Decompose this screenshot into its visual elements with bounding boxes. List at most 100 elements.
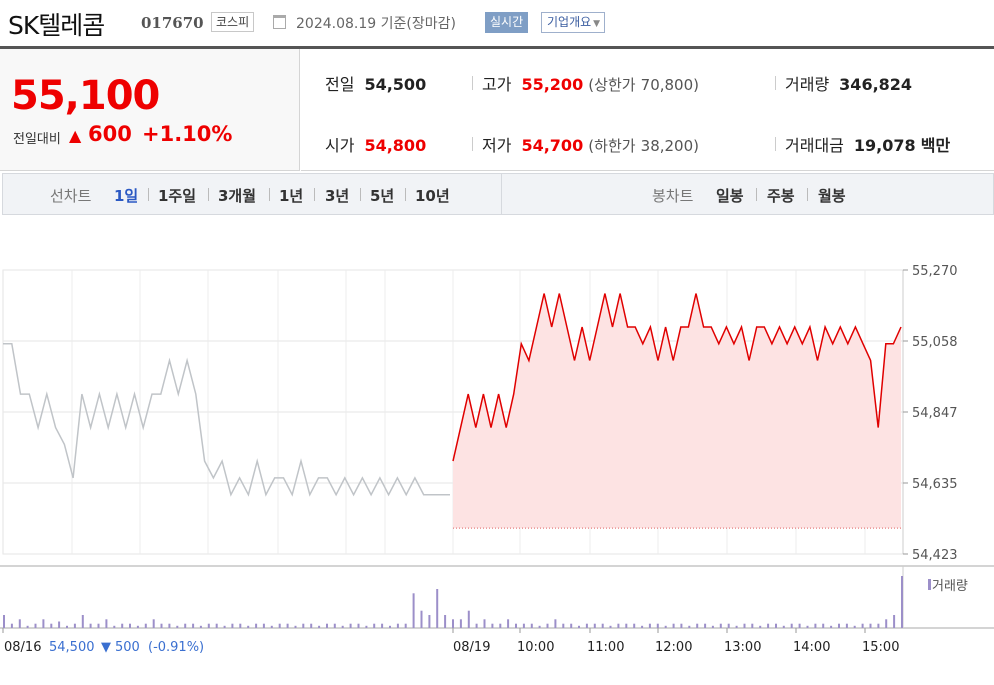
volume-bar	[326, 623, 328, 628]
stat-value: 55,200	[521, 75, 584, 94]
volume-bar	[144, 623, 147, 628]
volume-bar	[467, 610, 470, 628]
volume-bar	[806, 625, 809, 628]
period-3m[interactable]: 3개월	[218, 185, 256, 206]
divider	[148, 188, 149, 201]
volume-bar	[751, 623, 754, 628]
divider	[360, 188, 361, 201]
volume-bar	[310, 623, 313, 628]
volume-bar	[231, 623, 234, 628]
volume-bar	[491, 623, 494, 628]
volume-bar	[877, 623, 880, 628]
upper-limit-value: 70,800)	[640, 76, 699, 94]
volume-bar	[176, 625, 179, 628]
volume-bar	[664, 625, 667, 628]
volume-bar	[459, 619, 462, 628]
period-1d[interactable]: 1일	[114, 185, 138, 206]
y-tick-label: 55,058	[912, 335, 958, 350]
volume-bar	[507, 619, 510, 628]
x-tick-label: 14:00	[793, 640, 830, 655]
volume-bar	[168, 623, 171, 628]
y-tick-label: 54,635	[912, 477, 958, 492]
volume-legend-swatch	[928, 579, 931, 590]
volume-bar	[247, 625, 250, 628]
stat-high: 고가 55,200 (상한가 70,800)	[482, 71, 699, 95]
stat-value: 346,824	[839, 75, 913, 94]
volume-bar	[633, 623, 636, 628]
volume-bar	[617, 623, 620, 628]
volume-bar	[822, 623, 825, 628]
volume-bar	[121, 623, 124, 628]
volume-bar	[499, 623, 502, 628]
current-price-panel: 55,100 전일대비 ▲ 600 +1.10%	[0, 49, 300, 171]
divider	[775, 137, 776, 151]
period-1y[interactable]: 1년	[279, 185, 303, 206]
volume-bar	[546, 623, 549, 628]
line-chart-label: 선차트	[50, 187, 92, 205]
stat-label: 거래량	[785, 75, 830, 94]
volume-bar	[192, 623, 195, 628]
chevron-down-icon: ▼	[593, 19, 601, 29]
x-tick-label: 11:00	[587, 640, 624, 655]
current-price: 55,100	[11, 73, 160, 119]
stat-prev-close: 전일 54,500	[325, 71, 426, 95]
x-tick-label: 13:00	[724, 640, 761, 655]
x-label-prev-day: 08/16	[4, 640, 41, 655]
volume-bar	[711, 625, 714, 628]
volume-bar	[26, 625, 29, 628]
volume-bar	[782, 625, 785, 628]
divider	[756, 188, 757, 201]
volume-bar	[18, 619, 21, 628]
volume-bar	[570, 623, 573, 628]
y-tick-label: 55,270	[912, 264, 958, 279]
company-overview-dropdown[interactable]: 기업개요 ▼	[541, 12, 606, 33]
stat-label: 시가	[325, 136, 355, 155]
candle-weekly[interactable]: 주봉	[767, 185, 795, 206]
divider	[405, 188, 406, 201]
candle-monthly[interactable]: 월봉	[818, 185, 846, 206]
volume-bar	[199, 625, 202, 628]
volume-bar	[294, 625, 297, 628]
prev-day-line	[3, 343, 450, 497]
stat-value: 19,078	[853, 136, 916, 155]
lower-limit-value: 38,200)	[640, 137, 699, 155]
volume-bar	[759, 625, 762, 628]
volume-bar	[704, 623, 707, 628]
realtime-button[interactable]: 실시간	[485, 12, 529, 33]
stock-header: SK텔레콤 017670 코스피 2024.08.19 기준(장마감) 실시간 …	[0, 0, 994, 46]
company-overview-label: 기업개요	[547, 15, 592, 29]
candle-daily[interactable]: 일봉	[716, 185, 744, 206]
volume-bar	[136, 625, 139, 628]
volume-bar	[302, 623, 305, 628]
divider	[208, 188, 209, 201]
volume-bar	[530, 623, 533, 628]
prev-day-close: 54,500	[49, 640, 95, 655]
volume-bar	[680, 623, 683, 628]
volume-bar	[885, 619, 888, 628]
volume-chart	[0, 565, 994, 629]
volume-bar	[798, 623, 801, 628]
stat-label: 고가	[482, 75, 512, 94]
change-percent: +1.10%	[142, 122, 233, 146]
stock-name: SK텔레콤	[8, 11, 105, 40]
volume-bar	[585, 623, 588, 628]
volume-bar	[727, 623, 730, 628]
stat-label: 저가	[482, 136, 512, 155]
prev-day-change-pct: (-0.91%)	[148, 640, 204, 655]
volume-bar	[152, 619, 155, 628]
volume-bar	[42, 619, 45, 628]
price-stats: 전일 54,500 고가 55,200 (상한가 70,800) 거래량 346,82…	[301, 49, 994, 171]
volume-bar	[767, 623, 770, 628]
x-tick-label: 15:00	[862, 640, 899, 655]
volume-bar	[58, 621, 61, 628]
divider	[472, 137, 473, 151]
volume-bar	[239, 623, 242, 628]
volume-bar	[444, 615, 447, 628]
period-5y[interactable]: 5년	[370, 185, 394, 206]
stat-open: 시가 54,800	[325, 132, 426, 156]
period-1w[interactable]: 1주일	[158, 185, 196, 206]
period-3y[interactable]: 3년	[325, 185, 349, 206]
volume-bar	[436, 589, 439, 628]
period-10y[interactable]: 10년	[415, 185, 450, 206]
volume-bar	[113, 625, 116, 628]
